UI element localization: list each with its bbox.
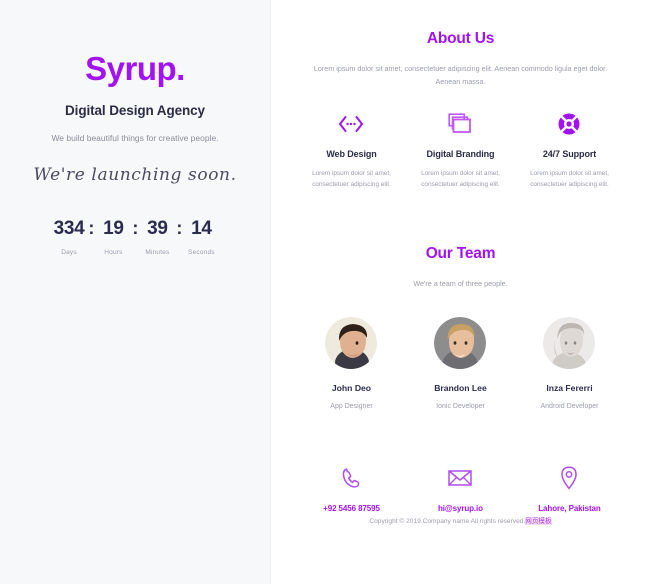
team-member-card[interactable]: Brandon Lee Ionic Developer [406, 316, 515, 410]
service-card-web-design[interactable]: Web Design Lorem ipsum dolor sit amet, c… [297, 111, 406, 192]
footer-watermark: 网页模板 [525, 518, 552, 525]
team-member-card[interactable]: John Deo App Designer [297, 316, 406, 410]
avatar [543, 316, 596, 369]
member-role: App Designer [330, 402, 373, 410]
member-name: Brandon Lee [434, 382, 487, 393]
countdown-hours-label: Hours [104, 249, 123, 257]
countdown-seconds-value: 14 [191, 218, 212, 240]
about-section: About Us Lorem ipsum dolor sit amet, con… [297, 0, 624, 191]
contact-location[interactable]: Lahore, Pakistan [515, 466, 624, 513]
contact-list: +92 5456 87595 hi@syrup.io Lahore, Pakis… [297, 466, 624, 513]
countdown-minutes-value: 39 [147, 218, 168, 240]
copyright-text: Copyright © 2019.Company name All rights… [271, 515, 650, 525]
contact-phone[interactable]: +92 5456 87595 [297, 466, 406, 513]
copyright-label: Copyright © 2019.Company name All rights… [369, 518, 526, 525]
countdown-unit-seconds: 14 Seconds [186, 219, 216, 256]
brand-description: We build beautiful things for creative p… [51, 133, 219, 143]
team-section: Our Team We're a team of three people. J… [297, 191, 624, 410]
code-brackets-icon [303, 111, 400, 137]
contact-value: Lahore, Pakistan [538, 503, 601, 513]
countdown-unit-days: 334 Days [54, 219, 85, 256]
avatar [434, 316, 487, 369]
right-content-panel: About Us Lorem ipsum dolor sit amet, con… [271, 0, 650, 584]
countdown-unit-minutes: 39 Minutes [142, 219, 172, 256]
service-description: Lorem ipsum dolor sit amet, consectetuer… [530, 169, 609, 189]
countdown-timer: 334 Days : 19 Hours : 39 Minutes : 14 Se… [54, 219, 217, 256]
service-title: Digital Branding [426, 148, 495, 159]
launching-soon-text: We're launching soon. [33, 165, 237, 186]
envelope-icon [406, 466, 515, 490]
brand-tagline: Digital Design Agency [65, 103, 205, 118]
lifebuoy-icon [521, 111, 618, 137]
layers-icon [412, 111, 509, 137]
left-hero-panel: Syrup. Digital Design Agency We build be… [0, 0, 271, 584]
service-card-digital-branding[interactable]: Digital Branding Lorem ipsum dolor sit a… [406, 111, 515, 192]
countdown-seconds-label: Seconds [188, 249, 215, 257]
contact-section: +92 5456 87595 hi@syrup.io Lahore, Pakis… [297, 410, 624, 513]
avatar [325, 316, 378, 369]
service-description: Lorem ipsum dolor sit amet, consectetuer… [421, 169, 500, 189]
service-card-support[interactable]: 24/7 Support Lorem ipsum dolor sit amet,… [515, 111, 624, 192]
team-member-card[interactable]: Inza Fererri Android Developer [515, 316, 624, 410]
member-role: Android Developer [540, 402, 599, 410]
service-title: Web Design [326, 148, 377, 159]
countdown-separator: : [176, 218, 183, 239]
brand-logo: Syrup. [85, 50, 185, 87]
landing-page: Syrup. Digital Design Agency We build be… [0, 0, 650, 584]
countdown-separator: : [132, 218, 139, 239]
contact-email[interactable]: hi@syrup.io [406, 466, 515, 513]
countdown-minutes-label: Minutes [145, 249, 170, 257]
footer: Copyright © 2019.Company name All rights… [271, 515, 650, 525]
member-name: John Deo [331, 382, 372, 393]
member-name: Inza Fererri [546, 382, 593, 393]
service-description: Lorem ipsum dolor sit amet, consectetuer… [312, 169, 391, 189]
member-role: Ionic Developer [436, 402, 485, 410]
team-subtitle: We're a team of three people. [413, 279, 508, 289]
contact-value: +92 5456 87595 [323, 503, 380, 513]
countdown-separator: : [88, 218, 95, 239]
countdown-days-label: Days [61, 249, 77, 257]
phone-icon [297, 466, 406, 490]
about-subtitle: Lorem ipsum dolor sit amet, consectetuer… [313, 64, 608, 87]
location-pin-icon [515, 466, 624, 490]
service-title: 24/7 Support [542, 148, 597, 159]
contact-value: hi@syrup.io [438, 503, 483, 513]
team-title: Our Team [425, 245, 496, 263]
countdown-days-value: 334 [53, 218, 85, 240]
services-list: Web Design Lorem ipsum dolor sit amet, c… [297, 111, 624, 192]
countdown-unit-hours: 19 Hours [98, 219, 128, 256]
about-title: About Us [426, 30, 495, 47]
countdown-hours-value: 19 [103, 218, 124, 240]
team-members-list: John Deo App Designer Brandon Lee Ionic … [297, 316, 624, 410]
